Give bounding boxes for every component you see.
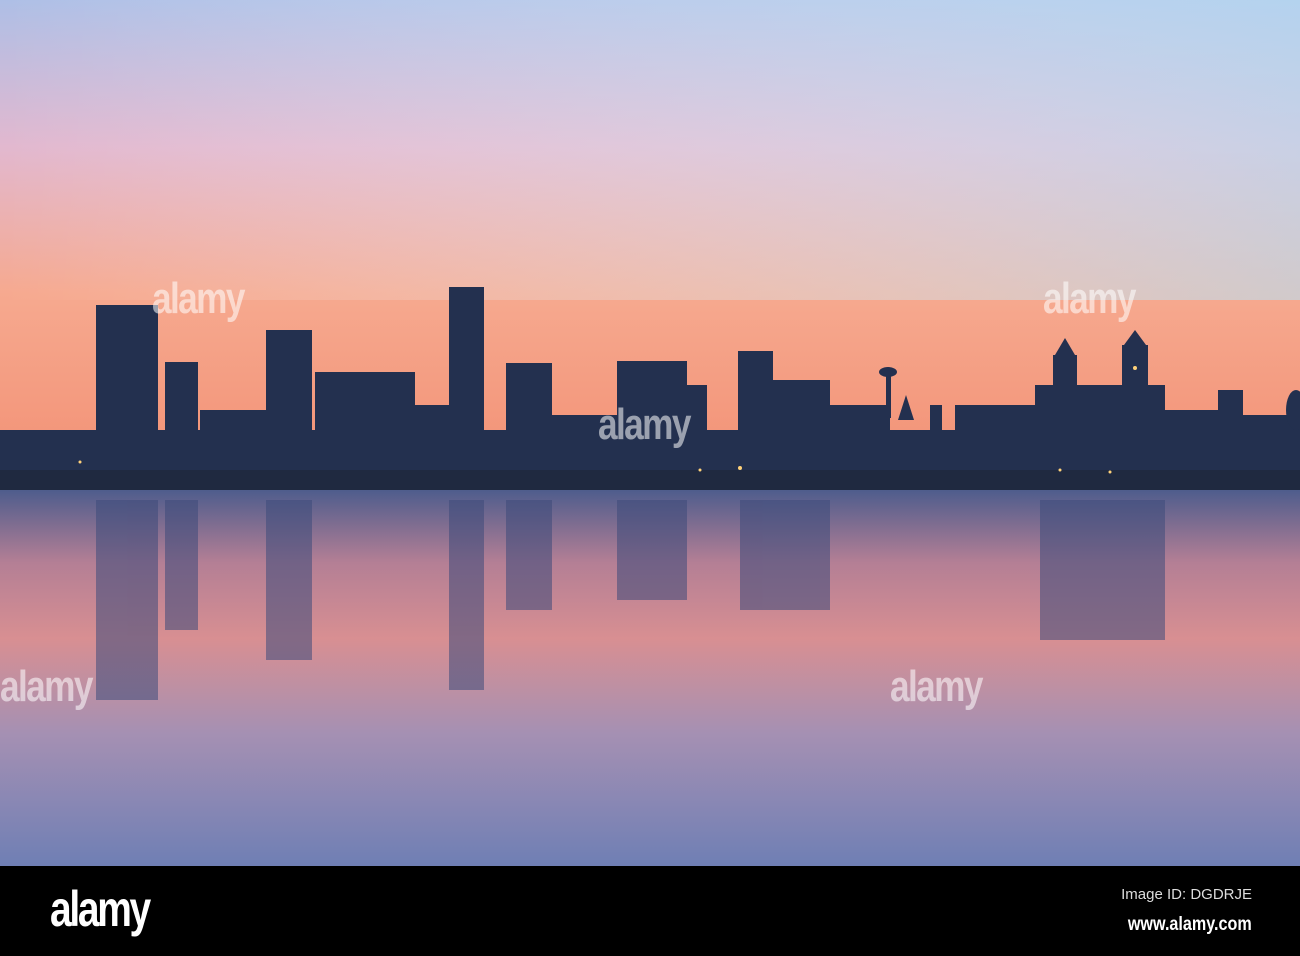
watermark: alamy (1043, 274, 1136, 323)
website-link[interactable]: www.alamy.com (1128, 914, 1252, 936)
watermark: alamy (152, 274, 245, 323)
watermark: alamy (0, 662, 93, 711)
watermark: alamy (598, 400, 691, 449)
image-id: Image ID: DGDRJE (1121, 886, 1252, 903)
stock-photo: alamy alamy alamy alamy alamy alamy Imag… (0, 0, 1300, 956)
footer-bar: alamy Image ID: DGDRJE www.alamy.com (0, 866, 1300, 956)
watermark: alamy (890, 662, 983, 711)
alamy-logo: alamy (50, 881, 151, 937)
